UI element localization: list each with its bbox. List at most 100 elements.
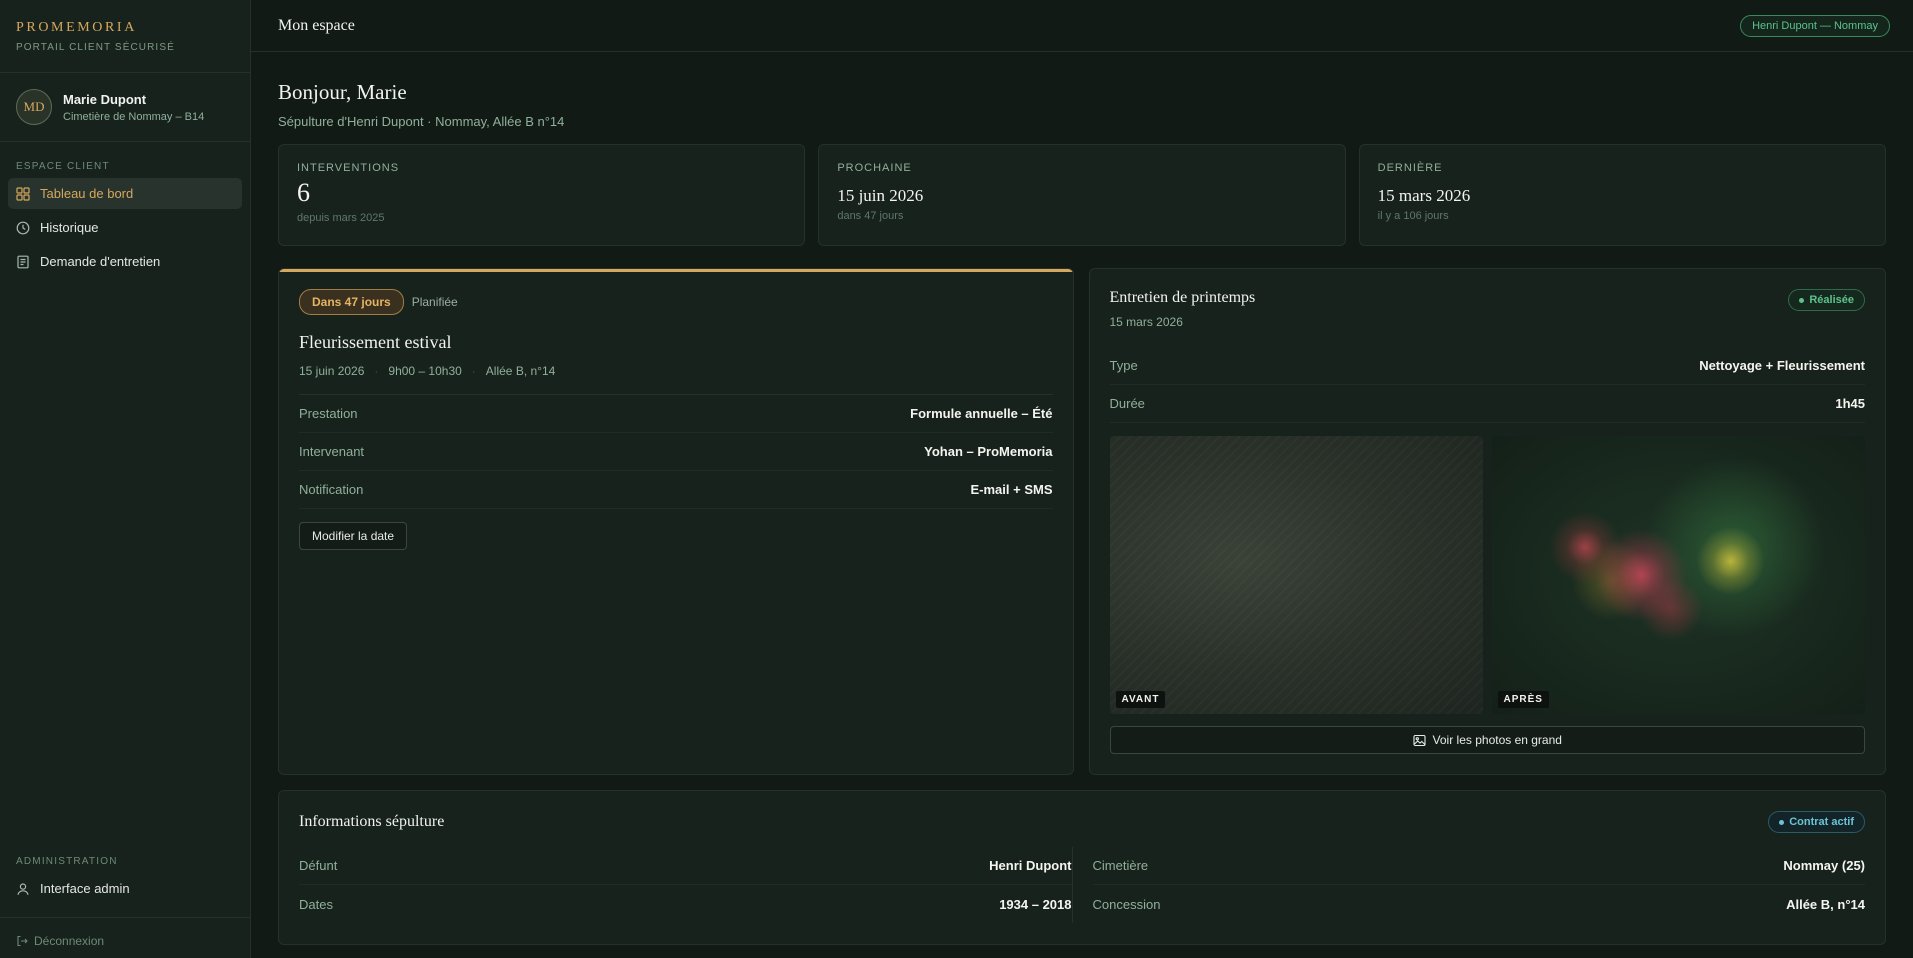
brand-subtitle: PORTAIL CLIENT SÉCURISÉ (16, 42, 175, 53)
stat-value: 15 mars 2026 (1377, 186, 1471, 205)
next-intervention-card: Dans 47 jours Planifiée Fleurissement es… (278, 268, 1074, 775)
section-label-admin: ADMINISTRATION (16, 856, 118, 867)
contract-badge: Contrat actif (1768, 811, 1865, 833)
stat-last: DERNIÈRE 15 mars 2026 il y a 106 jours (1358, 144, 1886, 246)
view-photos-button[interactable]: Voir les photos en grand (1109, 726, 1865, 754)
intervention-place: Allée B, n°14 (485, 364, 556, 378)
intervention-meta: 15 juin 2026 · 9h00 – 10h30 · Allée B, n… (299, 364, 1053, 378)
photo-label-before: AVANT (1115, 691, 1166, 708)
status-badge-label: Réalisée (1809, 294, 1854, 306)
stat-sub: il y a 106 jours (1377, 210, 1449, 222)
image-icon (1412, 734, 1426, 746)
info-key: Dates (299, 896, 333, 912)
sidebar-item-history[interactable]: Historique (8, 212, 242, 243)
info-row: Dates 1934 – 2018 (299, 885, 1072, 923)
user-icon (17, 882, 29, 895)
page-title: Mon espace (278, 16, 355, 34)
grave-info-card: Informations sépulture Contrat actif Déf… (278, 790, 1886, 945)
status-dot-icon (1779, 819, 1785, 825)
detail-key: Notification (299, 482, 364, 497)
info-value: Allée B, n°14 (1786, 896, 1865, 912)
logout-icon (17, 935, 28, 947)
detail-row: Notification E-mail + SMS (299, 471, 1053, 509)
status-badge: Réalisée (1788, 289, 1865, 311)
info-key: Défunt (299, 858, 338, 873)
stat-sub: dans 47 jours (837, 210, 904, 222)
topbar: Mon espace Henri Dupont — Nommay (251, 0, 1913, 52)
stat-value: 15 juin 2026 (837, 186, 924, 205)
brand: PROMEMORIA PORTAIL CLIENT SÉCURISÉ (0, 0, 250, 72)
detail-value: Nettoyage + Fleurissement (1699, 358, 1865, 373)
detail-row: Type Nettoyage + Fleurissement (1109, 347, 1865, 385)
stat-label: DERNIÈRE (1377, 162, 1443, 174)
meta-separator: · (374, 364, 379, 378)
grave-badge: Henri Dupont — Nommay (1740, 14, 1890, 37)
info-row: Cimetière Nommay (25) (1092, 847, 1865, 885)
sidebar-item-admin[interactable]: Interface admin (8, 873, 242, 904)
user-name: Marie Dupont (63, 91, 147, 107)
detail-key: Intervenant (299, 444, 365, 459)
photo-label-after: APRÈS (1497, 691, 1549, 708)
user-card: MD Marie Dupont Cimetière de Nommay – B1… (0, 73, 250, 141)
photo-after[interactable]: APRÈS (1491, 436, 1865, 714)
sidebar-item-label: Tableau de bord (40, 186, 134, 201)
detail-value: E-mail + SMS (970, 482, 1053, 497)
info-key: Cimetière (1092, 858, 1149, 873)
grave-info-title: Informations sépulture (299, 813, 445, 830)
detail-value: Yohan – ProMemoria (924, 444, 1053, 459)
stat-interventions: INTERVENTIONS 6 depuis mars 2025 (278, 144, 806, 246)
section-label-client: ESPACE CLIENT (16, 161, 110, 172)
stat-label: PROCHAINE (837, 162, 912, 174)
last-intervention-date: 15 mars 2026 (1109, 315, 1183, 329)
sidebar-item-label: Historique (40, 220, 99, 235)
logout-button[interactable]: Déconnexion (16, 934, 104, 948)
brand-name: PROMEMORIA (16, 20, 137, 35)
grid-icon (16, 186, 30, 201)
stat-next: PROCHAINE 15 juin 2026 dans 47 jours (818, 144, 1346, 246)
last-intervention-title: Entretien de printemps (1109, 289, 1256, 306)
sidebar-item-label: Demande d'entretien (40, 254, 161, 269)
intervention-title: Fleurissement estival (299, 332, 452, 352)
view-photos-label: Voir les photos en grand (1432, 733, 1562, 747)
status-dot-icon (1799, 297, 1805, 303)
stats-row: INTERVENTIONS 6 depuis mars 2025 PROCHAI… (278, 144, 1886, 246)
detail-key: Type (1109, 358, 1138, 373)
detail-row: Durée 1h45 (1109, 385, 1865, 423)
stat-sub: depuis mars 2025 (297, 212, 385, 224)
meta-separator: · (471, 364, 476, 378)
status-label: Planifiée (411, 295, 458, 309)
info-value: 1934 – 2018 (999, 896, 1072, 912)
info-value: Henri Dupont (989, 858, 1072, 873)
sidebar-item-dashboard[interactable]: Tableau de bord (8, 178, 242, 209)
intervention-date: 15 juin 2026 (299, 364, 365, 378)
sidebar: PROMEMORIA PORTAIL CLIENT SÉCURISÉ MD Ma… (0, 0, 251, 958)
sidebar-item-maintenance-request[interactable]: Demande d'entretien (8, 246, 242, 277)
logout-label: Déconnexion (34, 934, 105, 948)
detail-value: Formule annuelle – Été (910, 406, 1053, 421)
intervention-time: 9h00 – 10h30 (388, 364, 462, 378)
info-key: Concession (1092, 896, 1161, 912)
user-location: Cimetière de Nommay – B14 (63, 110, 205, 123)
clock-icon (16, 221, 30, 234)
info-row: Défunt Henri Dupont (299, 847, 1072, 885)
greeting: Bonjour, Marie (278, 80, 407, 104)
detail-row: Prestation Formule annuelle – Été (299, 395, 1053, 433)
detail-key: Durée (1109, 396, 1145, 411)
stat-label: INTERVENTIONS (297, 162, 400, 174)
greeting-subtitle: Sépulture d'Henri Dupont · Nommay, Allée… (278, 114, 565, 129)
contract-badge-label: Contrat actif (1789, 816, 1854, 828)
last-intervention-card: Entretien de printemps 15 mars 2026 Réal… (1088, 268, 1886, 775)
detail-row: Intervenant Yohan – ProMemoria (299, 433, 1053, 471)
info-value: Nommay (25) (1783, 858, 1865, 873)
main-content: Bonjour, Marie Sépulture d'Henri Dupont … (278, 52, 1886, 945)
avatar: MD (16, 89, 52, 125)
info-row: Concession Allée B, n°14 (1093, 885, 1866, 923)
countdown-badge: Dans 47 jours (299, 289, 404, 315)
detail-value: 1h45 (1835, 396, 1865, 411)
modify-date-button[interactable]: Modifier la date (299, 522, 408, 550)
photo-before[interactable]: AVANT (1109, 436, 1483, 714)
sidebar-item-label: Interface admin (40, 881, 130, 896)
detail-key: Prestation (299, 406, 358, 421)
photo-comparison: AVANT APRÈS (1109, 436, 1866, 714)
document-icon (17, 255, 29, 268)
